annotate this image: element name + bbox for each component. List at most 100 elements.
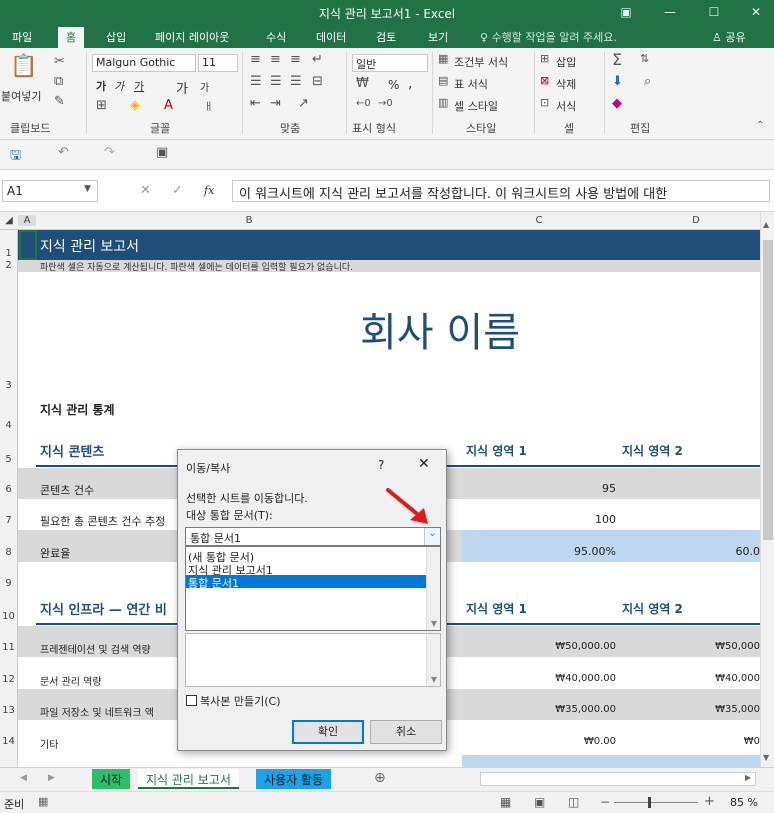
row-header-1[interactable]: 1 — [0, 230, 18, 260]
horizontal-scrollbar[interactable] — [480, 772, 756, 786]
row-header-13[interactable]: 13 — [0, 689, 18, 720]
fill-color-icon[interactable]: ◈ — [130, 98, 140, 113]
align-top-icon[interactable]: ≡ — [250, 52, 261, 67]
bold-button[interactable]: 가 — [96, 78, 106, 94]
macro-record-icon[interactable]: ▦ — [38, 795, 48, 808]
close-button[interactable]: ✕ — [740, 0, 772, 26]
tab-data[interactable]: 데이터 — [316, 29, 346, 45]
tab-formulas[interactable]: 수식 — [266, 29, 286, 45]
percent-button[interactable]: % — [388, 78, 399, 92]
zoom-slider-thumb[interactable] — [648, 797, 651, 808]
column-header-a[interactable]: A — [18, 215, 36, 226]
format-as-table-button[interactable]: 표 서식 — [454, 76, 488, 92]
tell-me-box[interactable]: ♀ 수행할 작업을 알려 주세요. — [480, 29, 617, 45]
sheet-tab-report[interactable]: 지식 관리 보고서 — [138, 769, 239, 789]
selected-cell-a1[interactable] — [19, 230, 37, 260]
prev-sheet-icon[interactable]: ◀ — [20, 773, 27, 783]
sort-filter-icon[interactable]: ⇅ — [640, 52, 649, 65]
maximize-button[interactable]: ☐ — [698, 0, 730, 26]
column-header-b[interactable]: B — [36, 215, 462, 226]
scroll-down-icon[interactable]: ▼ — [763, 753, 769, 762]
row-header-2[interactable]: 2 — [0, 260, 18, 272]
cancel-entry-icon[interactable]: ✕ — [140, 183, 151, 198]
align-middle-icon[interactable]: ≡ — [270, 52, 281, 67]
sheet-tab-user-activity[interactable]: 사용자 활동 — [256, 769, 332, 789]
row-header-4[interactable]: 4 — [0, 402, 18, 436]
orientation-icon[interactable]: ↗ — [298, 96, 309, 111]
tab-review[interactable]: 검토 — [376, 29, 396, 45]
cut-icon[interactable]: ✂ — [54, 54, 65, 69]
tab-file[interactable]: 파일 — [12, 29, 32, 45]
ok-button[interactable]: 확인 — [292, 720, 364, 744]
page-layout-view-icon[interactable]: ▣ — [534, 795, 545, 809]
row-header-10[interactable]: 10 — [0, 592, 18, 626]
tab-home[interactable]: 홈 — [58, 27, 85, 49]
column-header-c[interactable]: C — [462, 215, 616, 226]
combo-chevron-down-icon[interactable]: ⌄ — [424, 528, 440, 545]
row-header-6[interactable]: 6 — [0, 468, 18, 499]
checkbox-box[interactable] — [186, 695, 197, 706]
save-icon[interactable]: 🖫 — [10, 146, 21, 168]
workbook-dropdown-list[interactable]: (새 통합 문서) 지식 관리 보고서1 통합 문서1 ▼ — [185, 546, 441, 631]
conditional-format-button[interactable]: 조건부 서식 — [454, 54, 508, 70]
align-bottom-icon[interactable]: ≡ — [290, 52, 301, 67]
list-item[interactable]: 지식 관리 보고서1 — [186, 562, 426, 577]
grow-font-button[interactable]: 가 — [176, 78, 188, 97]
redo-icon[interactable]: ↷ — [104, 145, 115, 160]
fill-icon[interactable]: ⬇ — [612, 74, 623, 89]
border-icon[interactable]: ⊞ — [96, 98, 107, 113]
zoom-slider[interactable] — [614, 802, 698, 803]
row-header-3[interactable]: 3 — [0, 272, 18, 402]
paste-icon[interactable]: 📋 — [10, 54, 37, 79]
cell-styles-button[interactable]: 셀 스타일 — [454, 98, 498, 114]
paste-button[interactable]: 붙여넣기 — [1, 88, 41, 104]
before-sheet-list[interactable]: ▼ — [185, 633, 441, 687]
vertical-scrollbar[interactable]: ▲ ▼ — [760, 212, 774, 767]
insert-cells-button[interactable]: 삽입 — [556, 54, 576, 70]
normal-view-icon[interactable]: ▦ — [500, 795, 511, 809]
increase-decimal-icon[interactable]: ←0 — [356, 98, 371, 109]
decrease-indent-icon[interactable]: ⇤ — [250, 96, 261, 111]
zoom-out-icon[interactable]: − — [600, 795, 610, 809]
dialog-close-button[interactable]: ✕ — [418, 456, 430, 472]
currency-icon[interactable]: ₩ — [356, 76, 369, 91]
make-copy-checkbox[interactable]: 복사본 만들기(C) — [186, 693, 280, 709]
zoom-level[interactable]: 85 % — [730, 796, 758, 809]
sheet-tab-start[interactable]: 시작 — [92, 769, 131, 789]
help-button[interactable]: ? — [378, 458, 384, 472]
tab-view[interactable]: 보기 — [428, 29, 448, 45]
page-break-view-icon[interactable]: ◫ — [568, 795, 579, 809]
select-all-corner[interactable]: ◢ — [0, 215, 18, 226]
autosum-icon[interactable]: Σ — [612, 50, 622, 69]
scroll-down-icon[interactable]: ▼ — [427, 675, 441, 684]
share-button[interactable]: ♙ 공유 — [712, 29, 746, 45]
ribbon-display-icon[interactable]: ▣ — [610, 0, 642, 26]
decrease-decimal-icon[interactable]: →0 — [378, 98, 393, 109]
italic-button[interactable]: 가 — [114, 78, 124, 94]
row-header-14[interactable]: 14 — [0, 720, 18, 767]
scroll-right-icon[interactable]: ▶ — [745, 773, 751, 782]
comma-button[interactable]: , — [408, 76, 412, 92]
scroll-up-icon[interactable]: ▲ — [763, 220, 769, 229]
formula-input[interactable]: 이 워크시트에 지식 관리 보고서를 작성합니다. 이 워크시트의 사용 방법에… — [232, 180, 770, 202]
shrink-font-button[interactable]: 가 — [200, 79, 209, 94]
zoom-in-icon[interactable]: + — [704, 794, 715, 809]
row-header-8[interactable]: 8 — [0, 530, 18, 562]
print-preview-icon[interactable]: ▣ — [156, 145, 168, 160]
clear-icon[interactable]: ◆ — [612, 96, 622, 111]
find-icon[interactable]: ⌕ — [644, 74, 651, 89]
copy-icon[interactable]: ⧉ — [54, 74, 63, 89]
cancel-button[interactable]: 취소 — [370, 720, 442, 744]
list-item[interactable]: (새 통합 문서) — [186, 549, 426, 564]
next-sheet-icon[interactable]: ▶ — [48, 773, 55, 783]
delete-cells-button[interactable]: 삭제 — [556, 76, 576, 92]
phonetic-icon[interactable]: ㅐ — [204, 98, 213, 113]
number-format-combo[interactable]: 일반 — [352, 54, 428, 72]
minimize-button[interactable]: — — [654, 0, 686, 26]
align-left-icon[interactable]: ☰ — [250, 74, 262, 89]
font-color-icon[interactable]: A — [164, 98, 173, 113]
row-header-5[interactable]: 5 — [0, 436, 18, 468]
target-workbook-combo[interactable]: 통합 문서1 ⌄ — [185, 527, 441, 546]
tab-insert[interactable]: 삽입 — [106, 29, 126, 45]
row-header-7[interactable]: 7 — [0, 499, 18, 530]
